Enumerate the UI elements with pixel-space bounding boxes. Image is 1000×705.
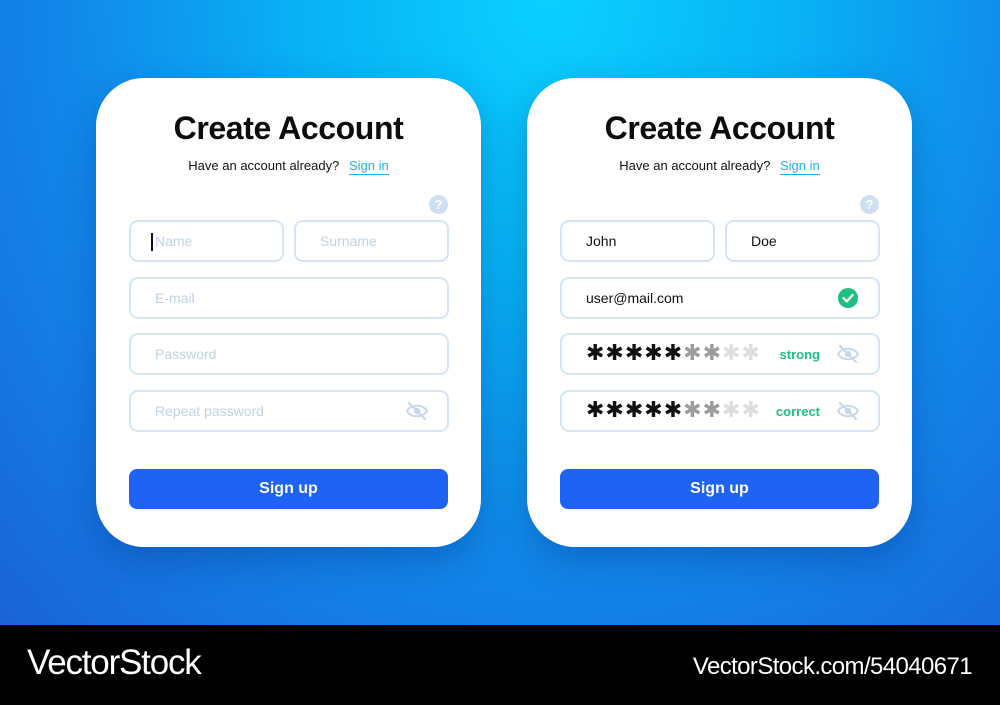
email-input[interactable] bbox=[131, 279, 447, 317]
check-circle-icon bbox=[838, 288, 858, 308]
surname-input[interactable] bbox=[727, 222, 878, 260]
form-title: Create Account bbox=[173, 110, 404, 146]
surname-field[interactable] bbox=[725, 220, 880, 262]
email-field[interactable] bbox=[560, 277, 880, 319]
password-input[interactable] bbox=[131, 335, 447, 373]
brand-url: VectorStock.com/54040671 bbox=[692, 653, 973, 680]
surname-field[interactable] bbox=[294, 220, 449, 262]
first-name-input[interactable] bbox=[131, 222, 282, 260]
password-field[interactable]: ✱✱✱✱✱✱✱✱✱ strong bbox=[560, 333, 880, 375]
sign-in-link[interactable]: Sign in bbox=[779, 158, 820, 175]
form-title: Create Account bbox=[604, 110, 835, 146]
eye-slash-icon[interactable] bbox=[836, 401, 860, 421]
eye-slash-icon[interactable] bbox=[405, 401, 429, 421]
repeat-password-field[interactable]: ✱✱✱✱✱✱✱✱✱ correct bbox=[560, 390, 880, 432]
password-masked-value: ✱✱✱✱✱✱✱✱✱ bbox=[586, 341, 761, 366]
subtitle-text: Have an account already? bbox=[188, 158, 340, 173]
first-name-field[interactable] bbox=[129, 220, 284, 262]
sign-up-button[interactable]: Sign up bbox=[129, 469, 448, 509]
form-subtitle: Have an account already? Sign in bbox=[96, 158, 481, 175]
brand-logo: VectorStock bbox=[27, 643, 202, 682]
form-subtitle: Have an account already? Sign in bbox=[527, 158, 912, 175]
first-name-input[interactable] bbox=[562, 222, 713, 260]
email-input[interactable] bbox=[562, 279, 878, 317]
surname-input[interactable] bbox=[296, 222, 447, 260]
password-match-label: correct bbox=[775, 404, 820, 419]
signup-form-empty: Create Account Have an account already? … bbox=[96, 78, 481, 547]
first-name-field[interactable] bbox=[560, 220, 715, 262]
sign-up-button[interactable]: Sign up bbox=[560, 469, 879, 509]
signup-form-filled: Create Account Have an account already? … bbox=[527, 78, 912, 547]
help-icon[interactable]: ? bbox=[860, 195, 879, 214]
sign-in-link[interactable]: Sign in bbox=[348, 158, 389, 175]
password-strength-label: strong bbox=[779, 347, 820, 362]
help-icon[interactable]: ? bbox=[429, 195, 448, 214]
eye-slash-icon[interactable] bbox=[836, 344, 860, 364]
repeat-password-input[interactable] bbox=[131, 392, 447, 430]
repeat-password-masked-value: ✱✱✱✱✱✱✱✱✱ bbox=[586, 398, 761, 423]
watermark-footer: VectorStock VectorStock.com/54040671 bbox=[0, 625, 1000, 705]
email-field[interactable] bbox=[129, 277, 449, 319]
repeat-password-field[interactable] bbox=[129, 390, 449, 432]
subtitle-text: Have an account already? bbox=[619, 158, 771, 173]
password-field[interactable] bbox=[129, 333, 449, 375]
